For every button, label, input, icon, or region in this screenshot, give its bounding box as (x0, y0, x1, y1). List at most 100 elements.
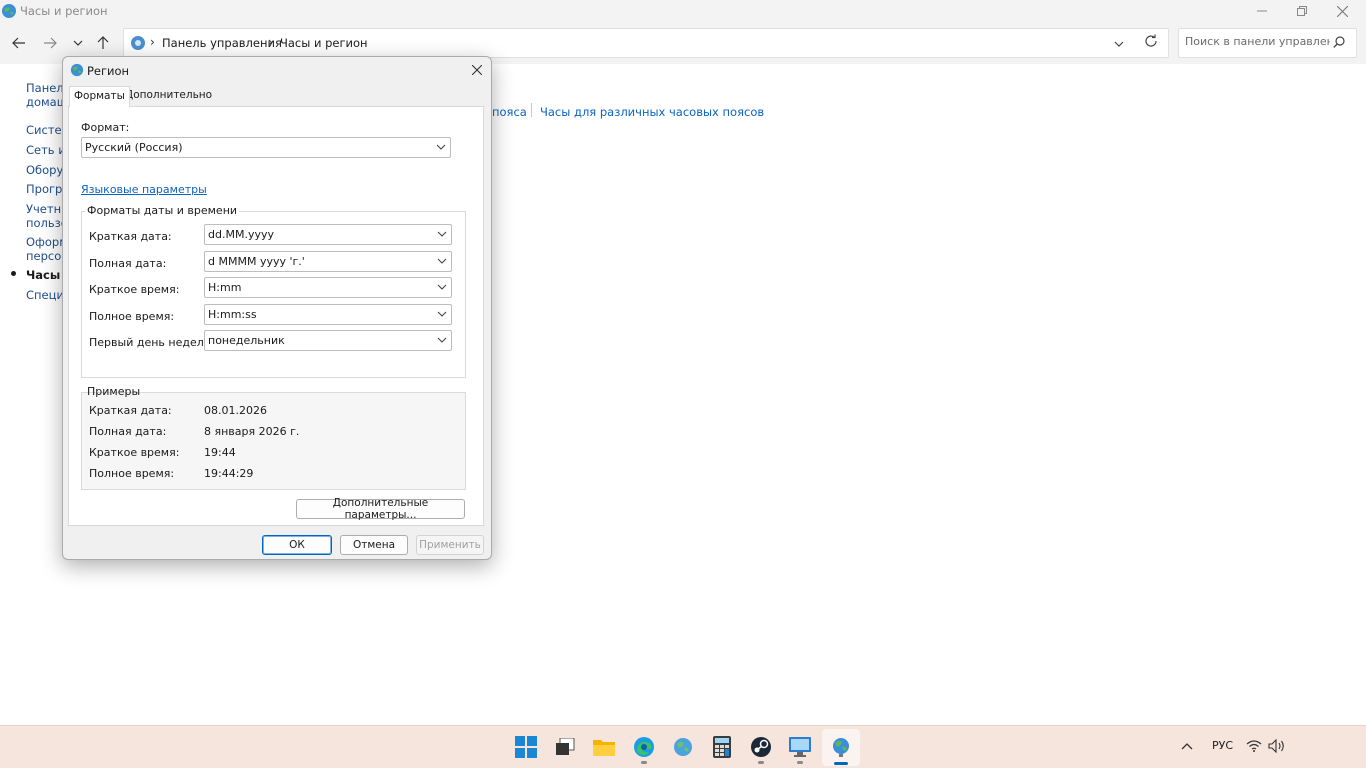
arrow-up-icon (97, 36, 109, 49)
example-short-time-value: 19:44 (204, 446, 236, 459)
forward-button[interactable] (39, 33, 61, 53)
dialog-close-button[interactable] (463, 58, 491, 82)
example-long-time-value: 19:44:29 (204, 467, 254, 480)
chevron-down-icon (437, 311, 447, 317)
long-time-label: Полное время: (89, 310, 175, 323)
region-globe-icon[interactable] (829, 735, 853, 759)
arrow-right-icon (44, 37, 57, 49)
close-icon (1336, 5, 1348, 17)
restore-button[interactable] (1282, 0, 1322, 22)
chevron-down-icon (437, 231, 447, 237)
short-time-select[interactable]: H:mm (204, 277, 452, 298)
edge-icon[interactable] (632, 735, 656, 759)
back-button[interactable] (8, 33, 30, 53)
taskbar: РУС (0, 725, 1366, 768)
additional-settings-button[interactable]: Дополнительные параметры... (296, 497, 465, 521)
language-settings-link[interactable]: Языковые параметры (81, 183, 207, 196)
minimize-button[interactable] (1242, 0, 1282, 22)
control-panel-icon (131, 36, 145, 50)
chevron-down-icon (436, 144, 446, 150)
file-explorer-icon[interactable] (592, 735, 616, 759)
example-short-time-label: Краткое время: (89, 446, 180, 459)
first-day-select[interactable]: понедельник (204, 330, 452, 351)
task-view-icon[interactable] (553, 735, 577, 759)
minimize-icon (1257, 10, 1267, 12)
cancel-button[interactable]: Отмена (340, 535, 408, 555)
chevron-down-icon (437, 258, 447, 264)
ok-button[interactable]: ОК (262, 535, 332, 555)
long-date-select[interactable]: d MMMM yyyy 'г.' (204, 251, 452, 272)
breadcrumb-control-panel[interactable]: Панель управления (162, 36, 282, 50)
running-indicator (641, 761, 647, 764)
close-icon (472, 65, 482, 75)
globe-icon (70, 63, 84, 77)
format-label: Формат: (81, 121, 130, 134)
remote-desktop-icon[interactable] (788, 735, 812, 759)
restore-icon (1297, 6, 1307, 16)
long-date-label: Полная дата: (89, 257, 167, 270)
breadcrumb-separator-icon: › (268, 35, 273, 49)
example-long-time-label: Полное время: (89, 467, 175, 480)
long-date-value: d MMMM yyyy 'г.' (208, 255, 305, 268)
breadcrumb-clock-region[interactable]: Часы и регион (280, 36, 368, 50)
apply-button[interactable]: Применить (416, 535, 484, 555)
tab-formats[interactable]: Форматы (69, 86, 130, 107)
chevron-up-icon (1181, 743, 1193, 750)
short-time-value: H:mm (208, 281, 242, 294)
address-bar[interactable]: › Панель управления › Часы и регион (123, 28, 1169, 58)
format-select-value: Русский (Россия) (85, 141, 183, 154)
input-language-indicator[interactable]: РУС (1212, 739, 1233, 752)
example-long-date-label: Полная дата: (89, 425, 167, 438)
address-history-button[interactable] (1114, 36, 1124, 50)
chevron-down-icon (437, 337, 447, 343)
examples-group-title: Примеры (87, 385, 141, 398)
recent-locations-button[interactable] (67, 33, 89, 53)
chevron-down-icon (1114, 41, 1124, 47)
first-day-value: понедельник (208, 334, 285, 347)
refresh-button[interactable] (1144, 34, 1158, 51)
start-icon[interactable] (514, 735, 538, 759)
search-icon[interactable] (1333, 36, 1345, 51)
search-box[interactable] (1178, 28, 1357, 58)
running-indicator (797, 761, 803, 764)
window-titlebar: Часы и регион (0, 0, 1366, 22)
long-time-value: H:mm:ss (208, 308, 257, 321)
calculator-icon[interactable] (710, 735, 734, 759)
formats-tab-page: Формат: Русский (Россия) Языковые параме… (68, 106, 484, 526)
tab-additional[interactable]: Дополнительно (121, 86, 216, 106)
running-indicator (758, 761, 764, 764)
network-globe-icon[interactable] (671, 735, 695, 759)
active-indicator (834, 762, 848, 765)
dialog-title: Регион (87, 64, 130, 78)
example-short-date-value: 08.01.2026 (204, 404, 267, 417)
search-input[interactable] (1185, 35, 1330, 48)
window-title: Часы и регион (20, 4, 108, 18)
example-long-date-value: 8 января 2026 г. (204, 425, 300, 438)
clock-region-icon (2, 4, 16, 18)
region-dialog: Регион Форматы Дополнительно Формат: Рус… (62, 56, 492, 560)
up-button[interactable] (92, 33, 114, 53)
first-day-label: Первый день недели: (89, 336, 215, 349)
short-date-label: Краткая дата: (89, 230, 172, 243)
multiple-clocks-link[interactable]: Часы для различных часовых поясов (540, 105, 764, 119)
short-time-label: Краткое время: (89, 283, 180, 296)
chevron-down-icon (73, 40, 83, 46)
breadcrumb-separator-icon: › (150, 35, 155, 49)
link-divider (531, 103, 532, 117)
volume-icon[interactable] (1268, 738, 1286, 756)
chevron-down-icon (437, 284, 447, 290)
steam-icon[interactable] (749, 735, 773, 759)
refresh-icon (1145, 34, 1157, 47)
short-date-value: dd.MM.yyyy (208, 228, 274, 241)
timezone-link[interactable]: пояса (492, 105, 527, 119)
example-short-date-label: Краткая дата: (89, 404, 172, 417)
short-date-select[interactable]: dd.MM.yyyy (204, 224, 452, 245)
show-hidden-icons-button[interactable] (1181, 740, 1193, 753)
wifi-icon[interactable] (1246, 740, 1262, 755)
format-select[interactable]: Русский (Россия) (81, 137, 451, 158)
arrow-left-icon (12, 37, 25, 49)
long-time-select[interactable]: H:mm:ss (204, 304, 452, 325)
close-window-button[interactable] (1322, 0, 1362, 22)
current-item-bullet (11, 271, 16, 276)
datetime-formats-group-title: Форматы даты и времени (85, 204, 240, 217)
